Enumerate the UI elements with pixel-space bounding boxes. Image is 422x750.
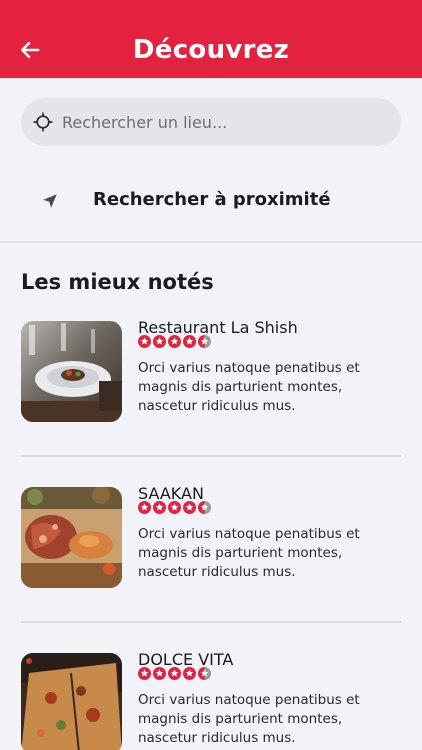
star-icon (168, 335, 181, 348)
search-nearby-label: Rechercher à proximité (93, 189, 331, 210)
top-app-bar: Découvrez (0, 0, 422, 78)
rating-stars (138, 501, 211, 514)
restaurant-photo (21, 487, 122, 588)
divider (21, 455, 401, 457)
restaurant-card[interactable]: Restaurant La Shish Orci varius natoque … (21, 318, 401, 423)
rating-stars (138, 335, 211, 348)
arrow-left-icon (21, 41, 40, 59)
rating-stars (138, 667, 211, 680)
star-half-icon (198, 667, 211, 680)
search-nearby-button[interactable]: Rechercher à proximité (0, 178, 422, 224)
divider (21, 621, 401, 623)
restaurant-card[interactable]: DOLCE VITA Orci varius natoque penatibus… (21, 650, 401, 750)
star-half-icon (198, 501, 211, 514)
navigation-arrow-icon (43, 194, 57, 208)
restaurant-photo (21, 321, 122, 422)
divider (0, 241, 422, 243)
star-icon (138, 667, 151, 680)
star-half-icon (198, 335, 211, 348)
star-icon (183, 667, 196, 680)
star-icon (138, 501, 151, 514)
star-icon (168, 501, 181, 514)
star-icon (183, 501, 196, 514)
back-button[interactable] (14, 34, 46, 66)
search-input[interactable] (62, 112, 382, 132)
page-title: Découvrez (132, 35, 290, 65)
crosshair-icon (33, 112, 53, 132)
star-icon (153, 335, 166, 348)
restaurant-description: Orci varius natoque penatibus et magnis … (138, 526, 360, 580)
star-icon (138, 335, 151, 348)
restaurant-photo (21, 653, 122, 750)
star-icon (168, 667, 181, 680)
star-icon (153, 501, 166, 514)
star-icon (183, 335, 196, 348)
star-icon (153, 667, 166, 680)
restaurant-description: Orci varius natoque penatibus et magnis … (138, 360, 360, 414)
search-bar[interactable] (21, 98, 401, 146)
restaurant-card[interactable]: SAAKAN Orci varius natoque penatibus et … (21, 484, 401, 589)
section-title: Les mieux notés (21, 270, 214, 294)
restaurant-description: Orci varius natoque penatibus et magnis … (138, 692, 360, 746)
